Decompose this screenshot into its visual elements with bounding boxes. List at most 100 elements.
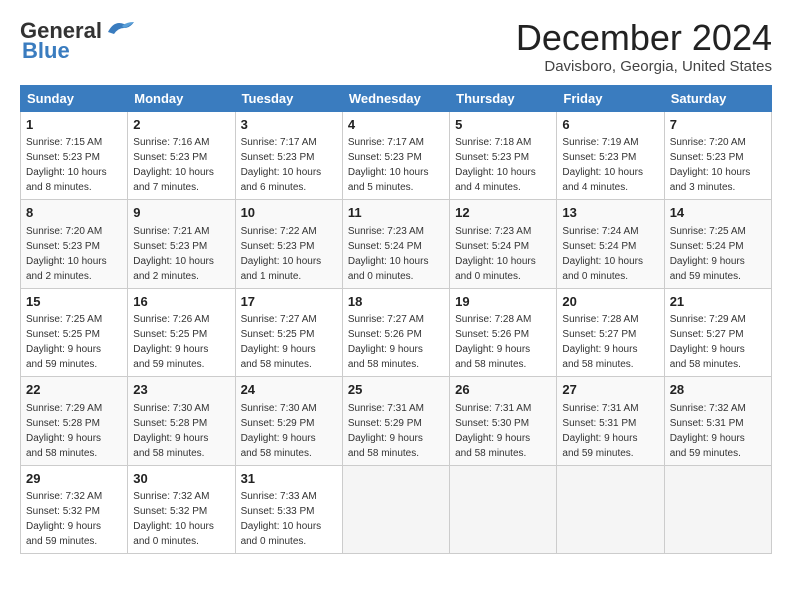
table-row: 27 Sunrise: 7:31 AMSunset: 5:31 PMDayligh…	[557, 377, 664, 466]
day-info: Sunrise: 7:30 AMSunset: 5:28 PMDaylight:…	[133, 403, 209, 459]
table-row: 15Sunrise: 7:25 AMSunset: 5:25 PMDayligh…	[21, 288, 128, 377]
title-block: December 2024 Davisboro, Georgia, United…	[516, 18, 772, 75]
table-row: 30 Sunrise: 7:32 AMSunset: 5:32 PMDayligh…	[128, 465, 235, 554]
day-number: 28	[670, 381, 766, 399]
day-number: 27	[562, 381, 658, 399]
table-row: 23 Sunrise: 7:30 AMSunset: 5:28 PMDayligh…	[128, 377, 235, 466]
day-number: 9	[133, 204, 229, 222]
day-info: Sunrise: 7:32 AMSunset: 5:32 PMDaylight:…	[133, 491, 214, 547]
table-row: 5Sunrise: 7:18 AMSunset: 5:23 PMDaylight…	[450, 111, 557, 200]
day-info: Sunrise: 7:25 AMSunset: 5:24 PMDaylight:…	[670, 226, 746, 282]
table-row: 16 Sunrise: 7:26 AMSunset: 5:25 PMDayligh…	[128, 288, 235, 377]
table-row: 31 Sunrise: 7:33 AMSunset: 5:33 PMDayligh…	[235, 465, 342, 554]
calendar-week-row: 29Sunrise: 7:32 AMSunset: 5:32 PMDayligh…	[21, 465, 772, 554]
subtitle: Davisboro, Georgia, United States	[516, 58, 772, 75]
table-row: 4Sunrise: 7:17 AMSunset: 5:23 PMDaylight…	[342, 111, 449, 200]
day-info: Sunrise: 7:17 AMSunset: 5:23 PMDaylight:…	[241, 137, 322, 193]
day-number: 21	[670, 293, 766, 311]
table-row: 17Sunrise: 7:27 AMSunset: 5:25 PMDayligh…	[235, 288, 342, 377]
day-number: 6	[562, 116, 658, 134]
day-info: Sunrise: 7:16 AMSunset: 5:23 PMDaylight:…	[133, 137, 214, 193]
day-number: 3	[241, 116, 337, 134]
day-number: 26	[455, 381, 551, 399]
calendar-week-row: 22 Sunrise: 7:29 AMSunset: 5:28 PMDayligh…	[21, 377, 772, 466]
day-number: 31	[241, 470, 337, 488]
calendar-header-row: Sunday Monday Tuesday Wednesday Thursday…	[21, 85, 772, 111]
table-row	[557, 465, 664, 554]
table-row: 24 Sunrise: 7:30 AMSunset: 5:29 PMDayligh…	[235, 377, 342, 466]
table-row: 13 Sunrise: 7:24 AMSunset: 5:24 PMDayligh…	[557, 200, 664, 289]
day-info: Sunrise: 7:21 AMSunset: 5:23 PMDaylight:…	[133, 226, 214, 282]
table-row: 20Sunrise: 7:28 AMSunset: 5:27 PMDayligh…	[557, 288, 664, 377]
day-info: Sunrise: 7:28 AMSunset: 5:26 PMDaylight:…	[455, 314, 531, 370]
day-number: 15	[26, 293, 122, 311]
day-number: 1	[26, 116, 122, 134]
day-number: 16	[133, 293, 229, 311]
table-row: 28 Sunrise: 7:32 AMSunset: 5:31 PMDayligh…	[664, 377, 771, 466]
table-row: 9 Sunrise: 7:21 AMSunset: 5:23 PMDaylight…	[128, 200, 235, 289]
day-number: 30	[133, 470, 229, 488]
day-number: 12	[455, 204, 551, 222]
table-row: 8 Sunrise: 7:20 AMSunset: 5:23 PMDaylight…	[21, 200, 128, 289]
table-row: 21 Sunrise: 7:29 AMSunset: 5:27 PMDayligh…	[664, 288, 771, 377]
day-info: Sunrise: 7:20 AMSunset: 5:23 PMDaylight:…	[26, 226, 107, 282]
day-number: 7	[670, 116, 766, 134]
table-row: 18Sunrise: 7:27 AMSunset: 5:26 PMDayligh…	[342, 288, 449, 377]
table-row	[342, 465, 449, 554]
table-row	[450, 465, 557, 554]
day-number: 20	[562, 293, 658, 311]
day-number: 24	[241, 381, 337, 399]
day-info: Sunrise: 7:24 AMSunset: 5:24 PMDaylight:…	[562, 226, 643, 282]
day-number: 11	[348, 204, 444, 222]
calendar-week-row: 15Sunrise: 7:25 AMSunset: 5:25 PMDayligh…	[21, 288, 772, 377]
table-row: 19 Sunrise: 7:28 AMSunset: 5:26 PMDayligh…	[450, 288, 557, 377]
logo-bird-icon	[104, 18, 136, 40]
day-info: Sunrise: 7:20 AMSunset: 5:23 PMDaylight:…	[670, 137, 751, 193]
col-header-sunday: Sunday	[21, 85, 128, 111]
day-info: Sunrise: 7:15 AMSunset: 5:23 PMDaylight:…	[26, 137, 107, 193]
calendar-week-row: 8 Sunrise: 7:20 AMSunset: 5:23 PMDaylight…	[21, 200, 772, 289]
day-info: Sunrise: 7:32 AMSunset: 5:31 PMDaylight:…	[670, 403, 746, 459]
day-info: Sunrise: 7:29 AMSunset: 5:28 PMDaylight:…	[26, 403, 102, 459]
day-number: 8	[26, 204, 122, 222]
table-row: 7 Sunrise: 7:20 AMSunset: 5:23 PMDaylight…	[664, 111, 771, 200]
day-number: 22	[26, 381, 122, 399]
day-info: Sunrise: 7:26 AMSunset: 5:25 PMDaylight:…	[133, 314, 209, 370]
col-header-wednesday: Wednesday	[342, 85, 449, 111]
day-info: Sunrise: 7:27 AMSunset: 5:25 PMDaylight:…	[241, 314, 317, 370]
table-row: 25 Sunrise: 7:31 AMSunset: 5:29 PMDayligh…	[342, 377, 449, 466]
main-title: December 2024	[516, 18, 772, 58]
day-info: Sunrise: 7:31 AMSunset: 5:29 PMDaylight:…	[348, 403, 424, 459]
day-number: 13	[562, 204, 658, 222]
day-number: 10	[241, 204, 337, 222]
calendar-week-row: 1 Sunrise: 7:15 AMSunset: 5:23 PMDaylight…	[21, 111, 772, 200]
day-info: Sunrise: 7:18 AMSunset: 5:23 PMDaylight:…	[455, 137, 536, 193]
day-info: Sunrise: 7:31 AMSunset: 5:31 PMDaylight:…	[562, 403, 638, 459]
day-number: 25	[348, 381, 444, 399]
day-number: 23	[133, 381, 229, 399]
calendar-table: Sunday Monday Tuesday Wednesday Thursday…	[20, 85, 772, 555]
logo: General Blue	[20, 18, 136, 64]
day-info: Sunrise: 7:32 AMSunset: 5:32 PMDaylight:…	[26, 491, 102, 547]
day-info: Sunrise: 7:17 AMSunset: 5:23 PMDaylight:…	[348, 137, 429, 193]
day-info: Sunrise: 7:27 AMSunset: 5:26 PMDaylight:…	[348, 314, 424, 370]
table-row: 1 Sunrise: 7:15 AMSunset: 5:23 PMDaylight…	[21, 111, 128, 200]
day-info: Sunrise: 7:33 AMSunset: 5:33 PMDaylight:…	[241, 491, 322, 547]
table-row: 3 Sunrise: 7:17 AMSunset: 5:23 PMDaylight…	[235, 111, 342, 200]
day-info: Sunrise: 7:22 AMSunset: 5:23 PMDaylight:…	[241, 226, 322, 282]
logo-blue: Blue	[22, 38, 70, 64]
day-info: Sunrise: 7:31 AMSunset: 5:30 PMDaylight:…	[455, 403, 531, 459]
day-number: 19	[455, 293, 551, 311]
col-header-saturday: Saturday	[664, 85, 771, 111]
col-header-thursday: Thursday	[450, 85, 557, 111]
day-info: Sunrise: 7:30 AMSunset: 5:29 PMDaylight:…	[241, 403, 317, 459]
day-info: Sunrise: 7:23 AMSunset: 5:24 PMDaylight:…	[455, 226, 536, 282]
table-row: 22 Sunrise: 7:29 AMSunset: 5:28 PMDayligh…	[21, 377, 128, 466]
col-header-tuesday: Tuesday	[235, 85, 342, 111]
table-row: 10 Sunrise: 7:22 AMSunset: 5:23 PMDayligh…	[235, 200, 342, 289]
table-row	[664, 465, 771, 554]
table-row: 11Sunrise: 7:23 AMSunset: 5:24 PMDayligh…	[342, 200, 449, 289]
table-row: 6Sunrise: 7:19 AMSunset: 5:23 PMDaylight…	[557, 111, 664, 200]
header: General Blue December 2024 Davisboro, Ge…	[20, 18, 772, 75]
day-info: Sunrise: 7:29 AMSunset: 5:27 PMDaylight:…	[670, 314, 746, 370]
